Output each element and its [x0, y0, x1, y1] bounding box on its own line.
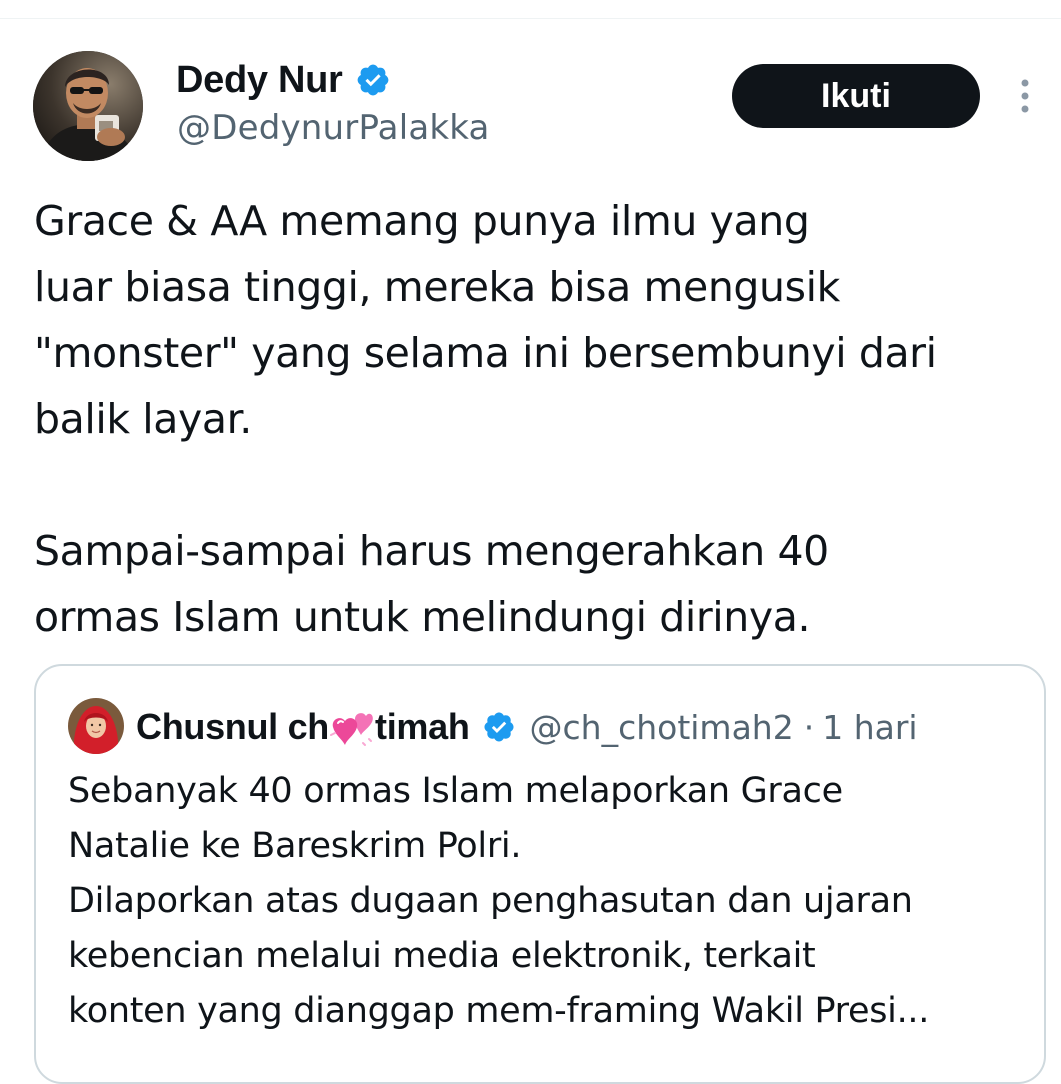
- tweet-line: Sampai-sampai harus mengerahkan 40: [34, 527, 829, 575]
- profile-photo-icon: [33, 51, 143, 161]
- author-handle[interactable]: @DedynurPalakka: [177, 108, 490, 148]
- quoted-author-avatar[interactable]: [68, 698, 124, 754]
- quoted-tweet-text: Sebanyak 40 ormas Islam melaporkan Grace…: [68, 764, 1028, 1039]
- quoted-author-name-part2[interactable]: timah: [375, 706, 470, 748]
- tweet-line: balik layar.: [34, 395, 252, 443]
- quoted-line: Sebanyak 40 ormas Islam melaporkan Grace: [68, 771, 843, 811]
- author-display-name[interactable]: Dedy Nur: [176, 59, 343, 102]
- separator-dot: ·: [803, 707, 815, 747]
- tweet-line: Grace & AA memang punya ilmu yang: [34, 197, 810, 245]
- quoted-line: kebencian melalui media elektronik, terk…: [68, 936, 816, 976]
- two-hearts-emoji-icon: [329, 705, 373, 749]
- profile-photo-icon: [68, 698, 124, 754]
- verified-badge-icon[interactable]: [355, 62, 391, 98]
- tweet-line: luar biasa tinggi, mereka bisa mengusik: [34, 263, 840, 311]
- tweet-text: Grace & AA memang punya ilmu yang luar b…: [34, 188, 1054, 650]
- author-name-row[interactable]: Dedy Nur: [176, 56, 391, 104]
- verified-badge-icon[interactable]: [482, 710, 516, 744]
- quoted-header[interactable]: Chusnul ch timah @ch_chotimah2 · 1 hari: [136, 702, 918, 752]
- tweet-line: ormas Islam untuk melindungi dirinya.: [34, 593, 811, 641]
- tweet-line: "monster" yang selama ini bersembunyi da…: [34, 329, 937, 377]
- top-divider: [0, 18, 1061, 19]
- quoted-author-name-part1[interactable]: Chusnul ch: [136, 706, 329, 748]
- quoted-author-handle[interactable]: @ch_chotimah2: [530, 708, 794, 747]
- more-vertical-icon[interactable]: [1014, 78, 1036, 114]
- quoted-line: Dilaporkan atas dugaan penghasutan dan u…: [68, 881, 913, 921]
- author-avatar[interactable]: [33, 51, 143, 161]
- quoted-line: Natalie ke Bareskrim Polri.: [68, 826, 522, 866]
- quoted-timestamp[interactable]: 1 hari: [822, 708, 917, 747]
- quoted-line: konten yang dianggap mem-framing Wakil P…: [68, 991, 930, 1031]
- follow-button[interactable]: Ikuti: [732, 64, 980, 128]
- quoted-tweet-card[interactable]: Chusnul ch timah @ch_chotimah2 · 1 hari …: [34, 664, 1046, 1084]
